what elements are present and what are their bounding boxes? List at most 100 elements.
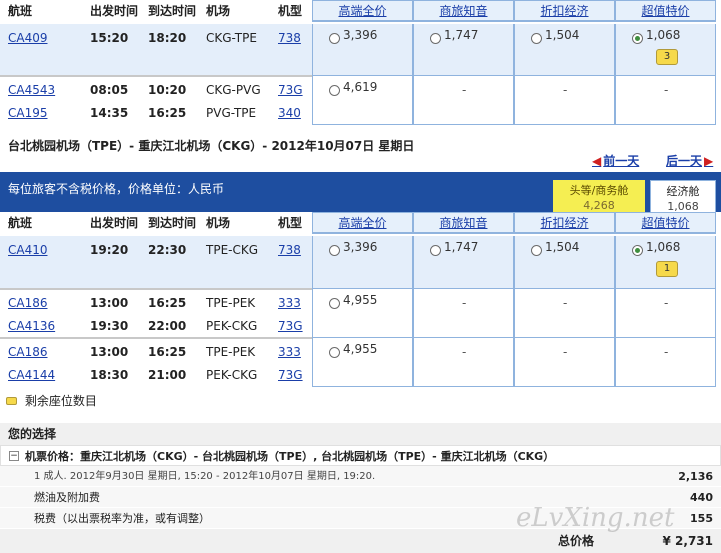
next-day-label: 后一天 bbox=[666, 154, 703, 168]
flight-number-link[interactable]: CA195 bbox=[8, 102, 48, 125]
airport-code: CKG-PVG bbox=[206, 83, 261, 97]
fare-radio[interactable] bbox=[632, 245, 643, 256]
col-header-depart: 出发时间 bbox=[90, 4, 139, 18]
aircraft-type-link[interactable]: 73G bbox=[278, 364, 303, 387]
inbound-fare-cell[interactable]: 1,747 bbox=[413, 236, 514, 289]
seats-left-badge: 3 bbox=[656, 49, 678, 65]
inbound-separator bbox=[0, 288, 312, 290]
fuel-amount: 440 bbox=[690, 491, 713, 504]
inbound-fare-cell[interactable]: 1,504 bbox=[514, 236, 615, 289]
flight-number-link[interactable]: CA186 bbox=[8, 341, 48, 364]
depart-time: 14:35 bbox=[90, 106, 129, 120]
fare-price: 1,504 bbox=[545, 28, 580, 42]
arrive-time: 16:25 bbox=[148, 106, 187, 120]
prev-day-link[interactable]: ◀ 前一天 bbox=[592, 152, 639, 169]
col-header-airport: 机场 bbox=[206, 4, 231, 18]
fare-radio[interactable] bbox=[531, 245, 542, 256]
arrive-time: 22:00 bbox=[148, 319, 187, 333]
fare-radio[interactable] bbox=[430, 33, 441, 44]
cabin-tab-business-label: 头等/商务舱 bbox=[569, 184, 629, 197]
cabin-tab-business[interactable]: 头等/商务舱 4,268 bbox=[553, 180, 645, 212]
fare-unavailable: - bbox=[664, 345, 669, 359]
fare-radio[interactable] bbox=[632, 33, 643, 44]
inbound-fare-cell[interactable]: - bbox=[413, 289, 514, 338]
inbound-fare-cell[interactable]: - bbox=[514, 289, 615, 338]
fare-radio[interactable] bbox=[329, 33, 340, 44]
fare-price: 4,955 bbox=[343, 293, 378, 307]
fare-header-link-1[interactable]: 商旅知音 bbox=[439, 4, 487, 18]
aircraft-type-link[interactable]: 340 bbox=[278, 102, 301, 125]
outbound-fare-cell[interactable]: - bbox=[615, 76, 716, 125]
fare-radio[interactable] bbox=[329, 85, 340, 96]
outbound-fare-cell[interactable]: - bbox=[413, 76, 514, 125]
col-header-arrive: 到达时间 bbox=[148, 216, 197, 230]
outbound-fare-cell[interactable]: - bbox=[514, 76, 615, 125]
depart-time: 18:30 bbox=[90, 368, 129, 382]
fare-header-3: 超值特价 bbox=[615, 212, 716, 234]
inbound-fare-cell[interactable]: - bbox=[413, 338, 514, 387]
fare-header-link-3[interactable]: 超值特价 bbox=[641, 216, 689, 230]
fare-unavailable: - bbox=[563, 296, 568, 310]
flight-number-link[interactable]: CA4543 bbox=[8, 79, 55, 102]
inbound-table: 航班 出发时间 到达时间 机场 机型 高端全价 商旅知音 折扣经济 超值特价 CA410 19:20… bbox=[0, 212, 721, 390]
flight-number-link[interactable]: CA4144 bbox=[8, 364, 55, 387]
flight-number-link[interactable]: CA186 bbox=[8, 292, 48, 315]
collapse-toggle[interactable]: − bbox=[9, 451, 19, 461]
selection-summary: 您的选择 − 机票价格：重庆江北机场（CKG）- 台北桃园机场（TPE）, 台北… bbox=[0, 423, 721, 553]
fare-header-link-2[interactable]: 折扣经济 bbox=[540, 4, 588, 18]
cabin-tab-economy[interactable]: 经济舱 1,068 bbox=[650, 180, 716, 214]
depart-time: 19:30 bbox=[90, 319, 129, 333]
inbound-fare-cell[interactable]: 4,955 bbox=[312, 289, 413, 338]
flight-number-link[interactable]: CA409 bbox=[8, 27, 48, 50]
inbound-flight-row: CA186 13:00 16:25 TPE-PEK 333 bbox=[0, 292, 312, 315]
cabin-tab-business-price: 4,268 bbox=[583, 199, 615, 212]
aircraft-type-link[interactable]: 73G bbox=[278, 79, 303, 102]
inbound-flight-row: CA4144 18:30 21:00 PEK-CKG 73G bbox=[0, 364, 312, 387]
airport-code: PEK-CKG bbox=[206, 368, 258, 382]
aircraft-type-link[interactable]: 738 bbox=[278, 239, 301, 262]
aircraft-type-link[interactable]: 738 bbox=[278, 27, 301, 50]
outbound-fare-cell[interactable]: 1,504 bbox=[514, 24, 615, 76]
fare-header-link-0[interactable]: 高端全价 bbox=[338, 4, 386, 18]
outbound-fare-cell[interactable]: 1,068 3 bbox=[615, 24, 716, 76]
inbound-fare-cell[interactable]: 4,955 bbox=[312, 338, 413, 387]
inbound-flight-row: CA186 13:00 16:25 TPE-PEK 333 bbox=[0, 341, 312, 364]
depart-time: 13:00 bbox=[90, 296, 129, 310]
fare-price: 1,747 bbox=[444, 28, 479, 42]
flight-number-link[interactable]: CA4136 bbox=[8, 315, 55, 338]
inbound-fare-cell[interactable]: 3,396 bbox=[312, 236, 413, 289]
fare-radio[interactable] bbox=[430, 245, 441, 256]
outbound-fare-cell[interactable]: 1,747 bbox=[413, 24, 514, 76]
fare-header-link-0[interactable]: 高端全价 bbox=[338, 216, 386, 230]
ticket-price-row: − 机票价格：重庆江北机场（CKG）- 台北桃园机场（TPE）, 台北桃园机场（… bbox=[0, 445, 721, 466]
airport-code: PEK-CKG bbox=[206, 319, 258, 333]
outbound-fare-cell[interactable]: 3,396 bbox=[312, 24, 413, 76]
airport-code: TPE-PEK bbox=[206, 296, 256, 310]
inbound-fare-cell[interactable]: - bbox=[615, 289, 716, 338]
inbound-fare-cell[interactable]: - bbox=[514, 338, 615, 387]
flight-number-link[interactable]: CA410 bbox=[8, 239, 48, 262]
seats-left-badge: 1 bbox=[656, 261, 678, 277]
fare-header-link-1[interactable]: 商旅知音 bbox=[439, 216, 487, 230]
fare-header-link-3[interactable]: 超值特价 bbox=[641, 4, 689, 18]
tax-label: 税费（以出票税率为准，或有调整） bbox=[34, 512, 210, 525]
fare-radio[interactable] bbox=[329, 245, 340, 256]
aircraft-type-link[interactable]: 333 bbox=[278, 292, 301, 315]
col-header-aircraft: 机型 bbox=[278, 4, 303, 18]
fare-header-link-2[interactable]: 折扣经济 bbox=[540, 216, 588, 230]
seat-legend-label: 剩余座位数目 bbox=[24, 393, 97, 408]
outbound-fare-cell[interactable]: 4,619 bbox=[312, 76, 413, 125]
next-day-link[interactable]: 后一天 ▶ bbox=[666, 152, 715, 169]
inbound-fare-cell[interactable]: - bbox=[615, 338, 716, 387]
arrive-time: 18:20 bbox=[148, 31, 187, 45]
fare-radio[interactable] bbox=[329, 347, 340, 358]
col-header-arrive: 到达时间 bbox=[148, 4, 197, 18]
fare-header-0: 高端全价 bbox=[312, 212, 413, 234]
tax-amount: 155 bbox=[690, 512, 713, 525]
fare-radio[interactable] bbox=[531, 33, 542, 44]
fare-radio[interactable] bbox=[329, 298, 340, 309]
fare-unavailable: - bbox=[563, 345, 568, 359]
aircraft-type-link[interactable]: 73G bbox=[278, 315, 303, 338]
aircraft-type-link[interactable]: 333 bbox=[278, 341, 301, 364]
inbound-fare-cell[interactable]: 1,068 1 bbox=[615, 236, 716, 289]
